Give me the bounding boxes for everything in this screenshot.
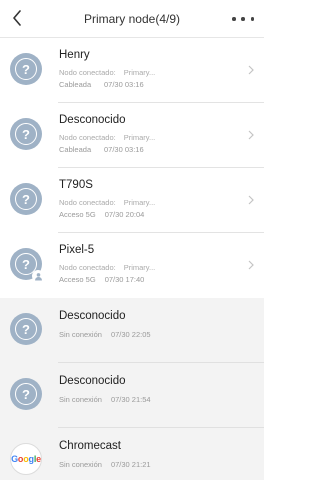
connection-info: Cableada 07/30 03:16 [59,80,144,89]
device-row[interactable]: ? Desconocido Nodo conectado: Primary... … [0,103,264,168]
top-bar: Primary node(4/9) [0,0,264,38]
chevron-right-icon [248,65,254,75]
device-name: Chromecast [59,440,121,452]
connection-status: Sin conexión [59,395,102,404]
connection-info: Acceso 5G 07/30 20:04 [59,210,144,219]
google-logo-text: Google [11,453,41,464]
device-name: Desconocido [59,310,126,322]
page-title: Primary node(4/9) [83,12,181,26]
connected-node: Nodo conectado: Primary... [59,133,155,142]
connection-status: Sin conexión [59,330,102,339]
node-label: Nodo conectado: [59,198,116,207]
node-value: Primary... [123,68,156,77]
more-dots-icon [232,17,236,21]
node-label: Nodo conectado: [59,133,116,142]
connected-node: Nodo conectado: Primary... [59,263,155,272]
chevron-right-icon [248,195,254,205]
back-button[interactable] [6,7,28,29]
more-options-button[interactable] [232,11,254,27]
device-list: ? Henry Nodo conectado: Primary... Cablea… [0,38,264,480]
connection-type: Cableada [59,145,92,154]
device-row[interactable]: ? Desconocido Sin conexión 07/30 21:54 [0,363,264,428]
device-name: Desconocido [59,114,126,126]
online-devices-section: ? Henry Nodo conectado: Primary... Cablea… [0,38,264,298]
node-label: Nodo conectado: [59,263,116,272]
connection-info: Acceso 5G 07/30 17:40 [59,275,144,284]
unknown-device-icon: ? [10,313,42,345]
question-mark-icon: ? [15,318,37,340]
connection-info: Sin conexión 07/30 21:21 [59,460,151,469]
node-value: Primary... [123,133,156,142]
connected-node: Nodo conectado: Primary... [59,68,155,77]
device-name: Desconocido [59,375,126,387]
connection-type: Cableada [59,80,92,89]
person-icon [34,272,42,281]
unknown-device-icon: ? [10,248,44,282]
unknown-device-icon: ? [10,183,42,215]
question-mark-icon: ? [15,58,37,80]
unknown-device-icon: ? [10,118,42,150]
last-seen-time: 07/30 03:16 [104,80,144,89]
last-seen-time: 07/30 20:04 [104,210,145,219]
last-seen-time: 07/30 03:16 [104,145,144,154]
chevron-right-icon [248,260,254,270]
google-logo-icon: Google [10,443,42,475]
back-arrow-icon [13,10,21,26]
connection-type: Acceso 5G [59,210,96,219]
device-row[interactable]: Google Chromecast Sin conexión 07/30 21:2… [0,428,264,480]
chevron-right-icon [248,130,254,140]
question-mark-icon: ? [15,188,37,210]
unknown-device-icon: ? [10,53,42,85]
connection-info: Sin conexión 07/30 22:05 [59,330,151,339]
last-seen-time: 07/30 22:05 [110,330,151,339]
device-name: T790S [59,179,93,191]
connected-node: Nodo conectado: Primary... [59,198,155,207]
device-row[interactable]: ? Desconocido Sin conexión 07/30 22:05 [0,298,264,363]
device-name: Henry [59,49,90,61]
node-value: Primary... [123,198,156,207]
connection-status: Sin conexión [59,460,102,469]
device-name: Pixel-5 [59,244,95,256]
last-seen-time: 07/30 21:54 [110,395,151,404]
last-seen-time: 07/30 21:21 [110,460,151,469]
last-seen-time: 07/30 17:40 [104,275,145,284]
device-row[interactable]: ? Henry Nodo conectado: Primary... Cablea… [0,38,264,103]
more-dot [250,17,254,21]
user-badge-icon [32,270,44,282]
offline-devices-section: ? Desconocido Sin conexión 07/30 22:05 ? … [0,298,264,480]
device-row[interactable]: ? T790S Nodo conectado: Primary... Acceso… [0,168,264,233]
question-mark-icon: ? [15,383,37,405]
connection-info: Cableada 07/30 03:16 [59,145,144,154]
node-value: Primary... [123,263,156,272]
unknown-device-icon: ? [10,378,42,410]
connection-type: Acceso 5G [59,275,96,284]
node-label: Nodo conectado: [59,68,116,77]
device-row[interactable]: ? Pixel-5 Nodo conectado: Primary... Acce… [0,233,264,298]
connection-info: Sin conexión 07/30 21:54 [59,395,151,404]
more-dot [241,17,245,21]
question-mark-icon: ? [15,123,37,145]
